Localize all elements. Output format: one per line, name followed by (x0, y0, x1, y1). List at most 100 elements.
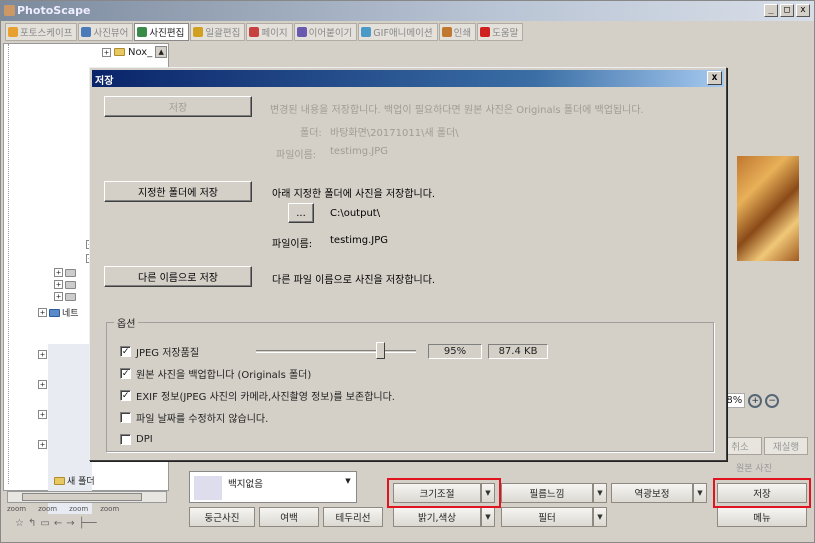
tab-5[interactable]: 이어붙이기 (293, 23, 358, 41)
zoom-label[interactable]: zoom (38, 505, 57, 513)
save-description: 변경된 내용을 저장합니다. 백업이 필요하다면 원본 사진은 Original… (270, 105, 644, 116)
filter-button[interactable]: 필터 (501, 507, 593, 527)
jpeg-quality-slider-thumb[interactable] (376, 342, 385, 359)
back-icon[interactable]: ← (54, 518, 62, 529)
tab-label: 일괄편집 (205, 28, 241, 39)
tab-icon (361, 27, 372, 37)
save-dialog: 저장 x 저장 변경된 내용을 저장합니다. 백업이 필요하다면 원본 사진은 … (89, 67, 727, 461)
round-photo-button[interactable]: 둥근사진 (189, 507, 255, 527)
tab-4[interactable]: 페이지 (246, 23, 293, 41)
tree-item-new-folder[interactable]: 새 폴더 (67, 474, 95, 487)
tab-label: 사진편집 (149, 28, 185, 39)
folder-value: 바탕화면\20171011\새 폴더\ (330, 128, 459, 139)
tab-icon (81, 27, 92, 37)
tab-icon (296, 27, 307, 37)
drive-icon (65, 268, 76, 277)
tab-icon (480, 27, 491, 37)
main-tabs: 포토스케이프 사진뷰어 사진편집 일괄편집 페이지 이어붙이기 GIF애니메이션 인쇄 도움말 (5, 23, 524, 41)
expand-icon[interactable]: + (38, 440, 47, 449)
chevron-down-icon[interactable]: ▼ (342, 474, 354, 488)
tab-label: 이어붙이기 (308, 28, 353, 39)
tab-icon (193, 27, 204, 37)
expand-icon[interactable]: + (38, 308, 47, 317)
options-label: 옵션 (114, 315, 139, 330)
drive-icon (65, 292, 76, 301)
menu-button[interactable]: 메뉴 (717, 507, 807, 527)
backlight-dropdown-icon[interactable]: ▼ (693, 483, 707, 503)
filter-dropdown-icon[interactable]: ▼ (593, 507, 607, 527)
tree-item-nox[interactable]: Nox_ (128, 47, 152, 58)
film-dropdown-icon[interactable]: ▼ (593, 483, 607, 503)
file-size-value: 87.4 KB (488, 344, 548, 359)
zoom-in-icon[interactable]: + (748, 393, 763, 408)
photo-preview (737, 156, 799, 261)
option-checkbox[interactable]: ✓ (120, 368, 131, 379)
filename-value: testimg.JPG (330, 146, 388, 157)
tab-7[interactable]: 인쇄 (438, 23, 477, 41)
expand-icon[interactable]: + (54, 268, 63, 277)
tab-label: 도움말 (492, 28, 519, 39)
save-to-folder-button[interactable]: 지정한 폴더에 저장 (104, 181, 252, 202)
brightness-color-button[interactable]: 밝기,색상 (393, 507, 481, 527)
tab-icon (441, 27, 452, 37)
brightness-dropdown-icon[interactable]: ▼ (481, 507, 495, 527)
filename-label: 파일이름: (276, 150, 317, 161)
film-effect-button[interactable]: 필름느낌 (501, 483, 593, 503)
jpeg-quality-slider-track[interactable] (256, 350, 416, 353)
save-as-button[interactable]: 다른 이름으로 저장 (104, 266, 252, 287)
tab-8[interactable]: 도움말 (477, 23, 524, 41)
tab-2[interactable]: 사진편집 (134, 23, 190, 41)
tree-item-network[interactable]: 네트 (62, 306, 79, 319)
dialog-close-button[interactable]: x (707, 71, 722, 85)
zoom-label[interactable]: zoom (100, 505, 119, 513)
slider-icon[interactable]: ├── (79, 518, 97, 529)
jpeg-quality-value: 95% (428, 344, 482, 359)
tab-1[interactable]: 사진뷰어 (78, 23, 134, 41)
zoom-label[interactable]: zoom (7, 505, 26, 513)
option-row: DPI (120, 434, 153, 445)
minimize-button[interactable]: _ (764, 4, 778, 17)
redo-button[interactable]: 재실행 (764, 437, 808, 455)
zoom-out-icon[interactable]: − (765, 393, 780, 408)
border-line-button[interactable]: 테두리선 (323, 507, 383, 527)
tab-6[interactable]: GIF애니메이션 (358, 23, 438, 41)
option-checkbox[interactable] (120, 434, 131, 445)
save-to-folder-description: 아래 지정한 폴더에 사진을 저장합니다. (272, 189, 436, 200)
network-icon (49, 308, 60, 317)
tab-icon (249, 27, 260, 37)
scroll-up-icon[interactable]: ▲ (155, 46, 168, 58)
expand-icon[interactable]: + (102, 47, 111, 57)
edit-toolbar: 백지없음 ▼ 둥근사진 여백 테두리선 크기조절 ▼ 밝기,색상 ▼ 필름느낌 … (181, 471, 813, 531)
maximize-button[interactable]: □ (780, 4, 794, 17)
option-checkbox[interactable]: ✓ (120, 346, 131, 357)
option-checkbox[interactable] (120, 412, 131, 423)
app-title: PhotoScape (17, 4, 91, 17)
zoom-label[interactable]: zoom (69, 505, 88, 513)
expand-icon[interactable]: + (54, 292, 63, 301)
expand-icon[interactable]: + (38, 410, 47, 419)
tab-label: 인쇄 (453, 28, 472, 39)
tab-label: 사진뷰어 (93, 28, 129, 39)
margin-button[interactable]: 여백 (259, 507, 319, 527)
backlight-correction-button[interactable]: 역광보정 (611, 483, 693, 503)
frame-thumbnail (194, 476, 222, 500)
horizontal-scrollbar[interactable] (7, 491, 167, 503)
output-filename-label: 파일이름: (272, 239, 313, 250)
output-path: C:\output\ (330, 208, 381, 219)
close-button[interactable]: x (796, 4, 810, 17)
expand-icon[interactable]: + (38, 380, 47, 389)
frame-select[interactable]: 백지없음 ▼ (189, 471, 357, 503)
tab-3[interactable]: 일괄편집 (190, 23, 246, 41)
forward-icon[interactable]: → (66, 518, 74, 529)
tab-0[interactable]: 포토스케이프 (5, 23, 78, 41)
save-overwrite-button[interactable]: 저장 (104, 96, 252, 117)
folder-icon (54, 476, 65, 485)
expand-icon[interactable]: + (38, 350, 47, 359)
star-icon[interactable]: ☆ (15, 518, 24, 529)
folder-up-icon[interactable]: ↰ (28, 518, 36, 529)
browse-folder-button[interactable]: ... (288, 203, 314, 223)
option-checkbox[interactable]: ✓ (120, 390, 131, 401)
folder-icon[interactable]: ▭ (40, 518, 49, 529)
expand-icon[interactable]: + (54, 280, 63, 289)
tab-icon (137, 27, 148, 37)
